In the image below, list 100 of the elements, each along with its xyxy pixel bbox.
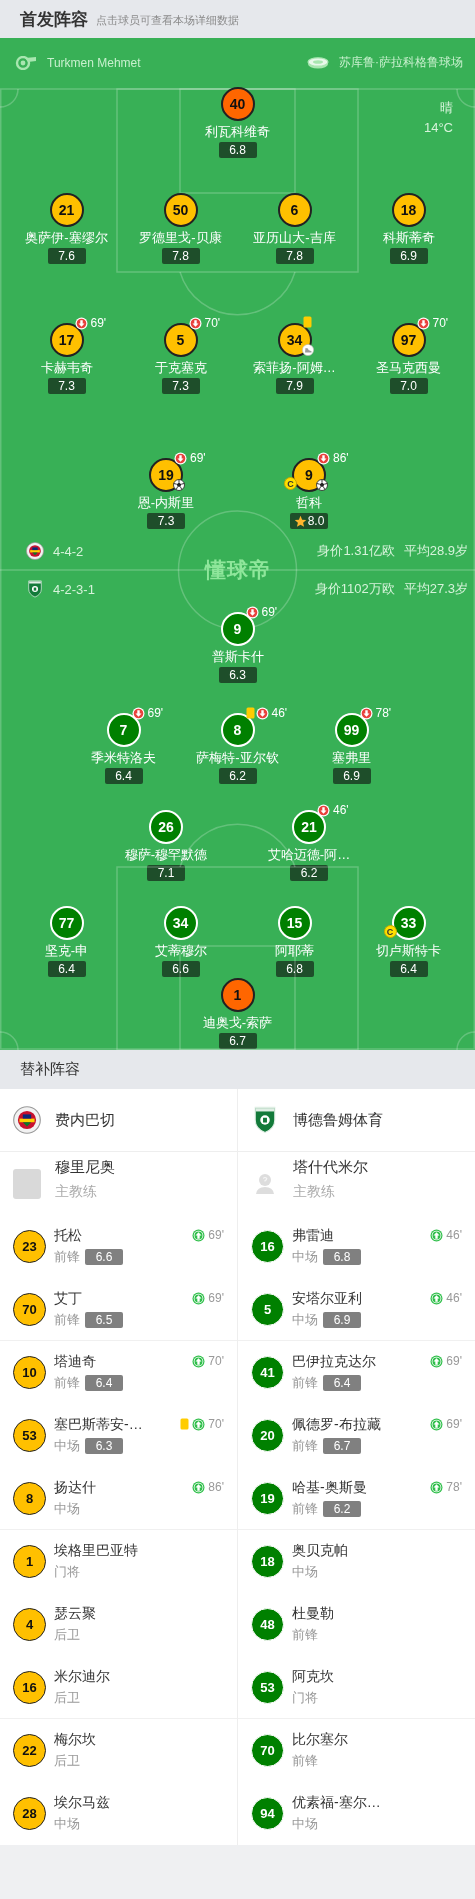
section-title: 首发阵容 <box>20 8 88 31</box>
jersey-number-disc[interactable]: 5 <box>251 1292 284 1326</box>
jersey-number-disc[interactable]: 5 <box>163 323 198 357</box>
player-name: 利瓦科维奇 <box>205 124 270 140</box>
rating-value: 8.0 <box>307 514 325 528</box>
substitution-out-icon <box>74 316 88 330</box>
jersey-number-disc[interactable]: 21 <box>292 810 326 844</box>
substitution-minute: 86' <box>333 451 349 465</box>
jersey-number-disc[interactable]: 23 <box>13 1230 46 1263</box>
jersey-number-disc[interactable]: 18 <box>391 193 426 227</box>
substitution-minute: 69' <box>446 1417 462 1431</box>
jersey-number-disc[interactable]: 15 <box>277 906 312 940</box>
jersey-number-disc[interactable]: 41 <box>251 1356 284 1389</box>
jersey-number-disc[interactable]: 28 <box>13 1797 46 1830</box>
jersey-number-disc[interactable]: 4 <box>13 1608 46 1641</box>
jersey-number-disc[interactable]: 21 <box>49 193 84 227</box>
substitution-out-icon <box>245 605 259 619</box>
jersey-number-disc[interactable]: 53 <box>13 1419 46 1452</box>
substitution-minute: 46' <box>271 706 288 720</box>
jersey-number-disc[interactable]: 40 <box>220 87 255 121</box>
player-rating: 6.3 <box>85 1438 123 1454</box>
jersey-number-disc[interactable]: 77 <box>49 906 84 940</box>
jersey-number-disc[interactable]: 16 <box>251 1230 284 1263</box>
jersey-number-disc[interactable]: 70 <box>251 1734 284 1767</box>
player-position: 前锋 <box>292 1626 318 1644</box>
weather-text: 晴 <box>440 99 453 117</box>
substitution-minute: 70' <box>204 316 221 330</box>
player-rating: 6.8 <box>323 1249 361 1265</box>
substitution-minute: 70' <box>208 1354 224 1368</box>
team-name: 博德鲁姆体育 <box>293 1110 383 1130</box>
jersey-number-disc[interactable]: 97 <box>391 323 426 357</box>
booking-card-icon <box>245 707 255 719</box>
substitution-out-icon <box>131 706 145 720</box>
player-position: 中场 <box>292 1563 318 1581</box>
substitution-minute: 70' <box>208 1417 224 1431</box>
player-position: 前锋 <box>292 1374 318 1392</box>
jersey-number-disc[interactable]: 22 <box>13 1734 46 1767</box>
team-shield-icon <box>26 580 44 598</box>
coach-name: 塔什代米尔 <box>293 1158 368 1177</box>
jersey-number-disc[interactable]: 70 <box>13 1292 46 1326</box>
player-position: 中场 <box>54 1499 80 1518</box>
player-position: 门将 <box>292 1688 318 1707</box>
jersey-number-disc[interactable]: 1 <box>220 978 255 1012</box>
rating-value: 6.2 <box>229 769 246 783</box>
substitution-out-icon <box>359 706 373 720</box>
substitution-out-icon <box>317 451 330 465</box>
jersey-number-disc[interactable]: 50 <box>163 193 198 227</box>
player-rating: 6.4 <box>85 1375 123 1391</box>
substitution-minute: 69' <box>208 1228 224 1242</box>
jersey-number-disc[interactable]: 16 <box>13 1670 46 1704</box>
jersey-number-disc[interactable]: 99 <box>334 713 369 747</box>
rating-value: 6.4 <box>115 769 132 783</box>
substitution-minute: 70' <box>432 316 449 330</box>
player-name: 圣马克西曼 <box>376 360 441 376</box>
substitution-minute: 46' <box>446 1291 462 1305</box>
jersey-number-disc[interactable]: 9 <box>220 612 255 646</box>
player-name: 切卢斯特卡 <box>376 943 441 959</box>
rating-value: 6.4 <box>58 962 75 976</box>
player-position: 前锋 <box>292 1437 318 1455</box>
player-name: 优素福-塞尔… <box>292 1794 382 1812</box>
jersey-number-disc[interactable]: 94 <box>251 1797 284 1830</box>
player-name: 艾丁 <box>54 1289 83 1308</box>
substitution-out-icon <box>188 316 202 330</box>
player-name: 塔迪奇 <box>54 1353 97 1371</box>
jersey-number-disc[interactable]: 19 <box>251 1481 284 1515</box>
player-name: 哈基-奥斯曼 <box>292 1478 368 1497</box>
jersey-number-disc[interactable]: 26 <box>149 810 183 844</box>
substitution-in-icon <box>430 1228 444 1242</box>
jersey-number-disc[interactable]: 8 <box>13 1481 46 1515</box>
player-name: 塞巴斯蒂安-… <box>54 1416 144 1434</box>
player-name: 托松 <box>54 1227 83 1245</box>
jersey-number-disc[interactable]: 53 <box>251 1670 284 1704</box>
player-name: 巴伊拉克达尔 <box>292 1353 377 1371</box>
player-name: 阿克坎 <box>292 1667 335 1686</box>
rating-value: 7.6 <box>58 249 75 263</box>
jersey-number-disc[interactable]: 8 <box>220 713 255 747</box>
player-position: 前锋 <box>292 1499 318 1518</box>
jersey-number-disc[interactable]: 10 <box>13 1356 46 1389</box>
player-name: 埃格里巴亚特 <box>54 1542 139 1560</box>
jersey-number-disc[interactable]: 1 <box>13 1545 46 1578</box>
jersey-number-disc[interactable]: 17 <box>49 323 84 357</box>
player-name: 罗德里戈-贝康 <box>139 230 222 246</box>
player-name: 杜曼勒 <box>292 1605 335 1623</box>
market-value-text: 身价1102万欧 <box>314 580 395 598</box>
player-name: 米尔迪尔 <box>54 1667 111 1686</box>
player-position: 门将 <box>54 1563 80 1581</box>
jersey-number-disc[interactable]: 18 <box>251 1545 284 1578</box>
player-position: 中场 <box>54 1815 80 1833</box>
substitution-in-icon <box>192 1291 206 1305</box>
jersey-number-disc[interactable]: 48 <box>251 1608 284 1641</box>
stadium-icon <box>307 56 329 69</box>
substitution-minute: 69' <box>147 706 164 720</box>
jersey-number-disc[interactable]: 7 <box>106 713 141 747</box>
jersey-number-disc[interactable]: 34 <box>163 906 198 940</box>
player-position: 后卫 <box>54 1752 80 1770</box>
jersey-number-disc[interactable]: 20 <box>251 1419 284 1452</box>
player-name: 奥萨伊-塞缪尔 <box>25 230 108 246</box>
app-logo: 懂球帝 <box>204 557 271 583</box>
player-name: 梅尔坎 <box>54 1731 97 1749</box>
jersey-number-disc[interactable]: 6 <box>277 193 312 227</box>
